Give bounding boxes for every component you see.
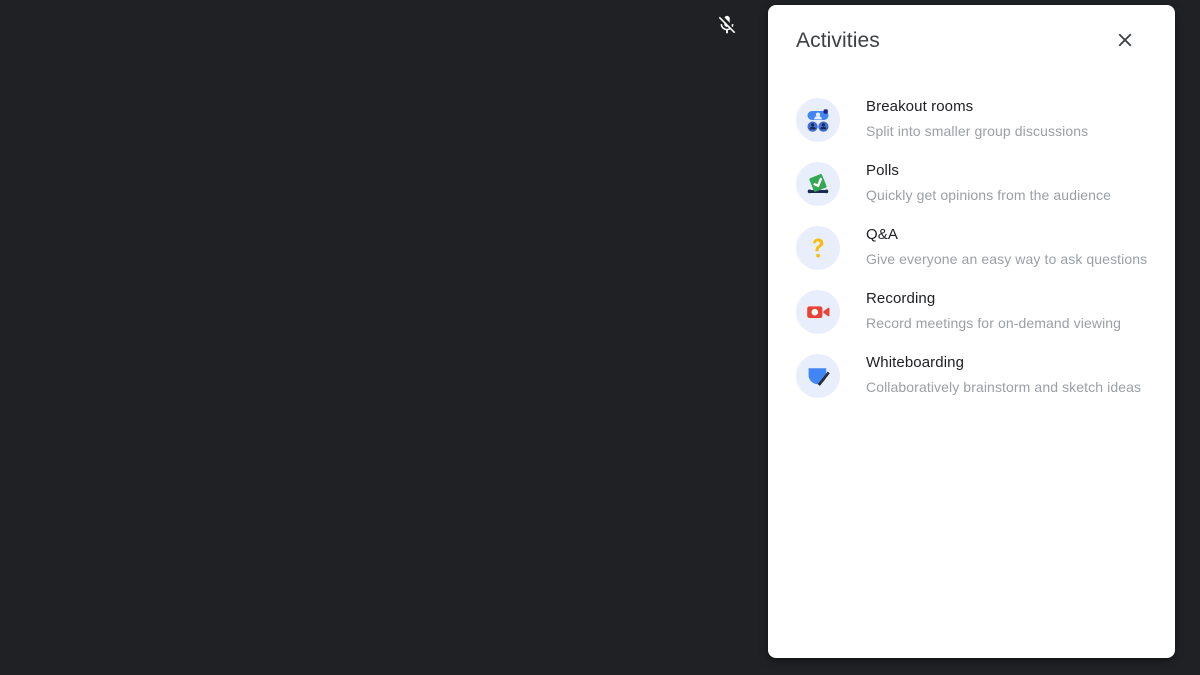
activity-description: Collaboratively brainstorm and sketch id… — [866, 379, 1142, 395]
activity-title: Polls — [866, 162, 900, 179]
activity-item-whiteboarding[interactable]: Whiteboarding Collaboratively brainstorm… — [768, 343, 1175, 407]
activity-item-recording[interactable]: Recording Record meetings for on-demand … — [768, 279, 1175, 343]
close-icon — [1114, 29, 1136, 54]
activities-panel: Activities Breakout rooms Split into sma… — [768, 5, 1175, 658]
activity-description: Record meetings for on-demand viewing — [866, 315, 1122, 331]
breakout-rooms-icon — [796, 98, 840, 142]
qa-icon — [796, 226, 840, 270]
whiteboarding-icon — [796, 354, 840, 398]
mic-off-icon — [713, 11, 741, 39]
activity-description: Split into smaller group discussions — [866, 123, 1089, 139]
activity-title: Breakout rooms — [866, 98, 974, 115]
app-root: Activities Breakout rooms Split into sma… — [0, 0, 1200, 675]
activity-title: Q&A — [866, 226, 898, 243]
activity-text: Recording Record meetings for on-demand … — [866, 288, 1121, 333]
activity-text: Whiteboarding Collaboratively brainstorm… — [866, 352, 1141, 397]
activity-item-breakout-rooms[interactable]: Breakout rooms Split into smaller group … — [768, 87, 1175, 151]
activities-list: Breakout rooms Split into smaller group … — [768, 77, 1175, 407]
polls-icon — [796, 162, 840, 206]
activity-text: Q&A Give everyone an easy way to ask que… — [866, 224, 1147, 269]
activity-item-polls[interactable]: Polls Quickly get opinions from the audi… — [768, 151, 1175, 215]
activity-text: Breakout rooms Split into smaller group … — [866, 96, 1088, 141]
recording-icon — [796, 290, 840, 334]
activity-description: Give everyone an easy way to ask questio… — [866, 251, 1148, 267]
activity-title: Whiteboarding — [866, 354, 965, 371]
panel-header: Activities — [768, 5, 1175, 77]
close-button[interactable] — [1105, 21, 1145, 61]
activity-description: Quickly get opinions from the audience — [866, 187, 1112, 203]
activity-title: Recording — [866, 290, 936, 307]
activity-text: Polls Quickly get opinions from the audi… — [866, 160, 1111, 205]
activity-item-qa[interactable]: Q&A Give everyone an easy way to ask que… — [768, 215, 1175, 279]
page-title: Activities — [796, 29, 880, 52]
